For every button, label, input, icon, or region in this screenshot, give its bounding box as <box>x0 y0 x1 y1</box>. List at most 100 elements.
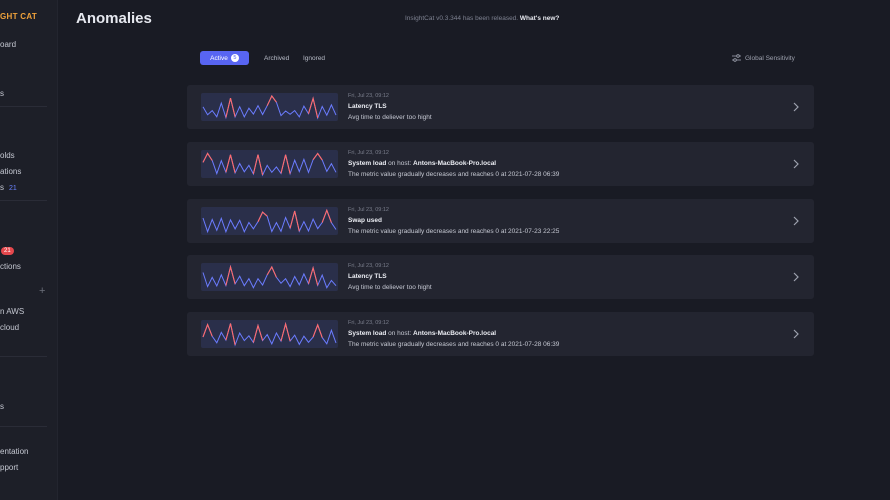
sidebar-item-label: s <box>0 183 4 192</box>
anomaly-host: Antons-MacBook-Pro.local <box>413 330 497 337</box>
anomaly-title: System load on host: Antons-MacBook-Pro.… <box>348 330 496 337</box>
sidebar-divider <box>0 356 47 357</box>
release-notice: InsightCat v0.3.344 has been released. W… <box>405 15 559 22</box>
anomaly-time: Fri, Jul 23, 09:12 <box>348 320 389 326</box>
anomaly-description: The metric value gradually decreases and… <box>348 341 560 348</box>
anomaly-description: Avg time to deliever too hight <box>348 114 432 121</box>
sparkline-chart <box>202 264 337 289</box>
anomaly-metric: Latency TLS <box>348 273 387 280</box>
anomaly-time: Fri, Jul 23, 09:12 <box>348 207 389 213</box>
anomaly-title: Latency TLS <box>348 103 387 110</box>
anomaly-metric: System load <box>348 330 387 337</box>
plus-icon[interactable]: + <box>39 285 45 297</box>
sparkline-peak <box>225 323 236 346</box>
anomaly-description: Avg time to deliever too hight <box>348 284 432 291</box>
sliders-icon <box>732 54 741 62</box>
anomaly-card[interactable]: Fri, Jul 23, 09:12 Latency TLS Avg time to… <box>187 85 814 129</box>
anomaly-metric: Latency TLS <box>348 103 387 110</box>
sidebar-item-1[interactable]: s <box>0 89 4 98</box>
sidebar-item-thresholds[interactable]: olds <box>0 151 15 160</box>
sidebar-item-integrations[interactable]: ations <box>0 167 21 176</box>
sparkline-chart <box>202 152 337 177</box>
sparkline-peak <box>252 323 264 343</box>
anomaly-sparkline <box>201 320 338 348</box>
anomaly-host: Antons-MacBook-Pro.local <box>413 160 497 167</box>
notification-badge: 21 <box>1 247 14 255</box>
anomaly-host-label: on host: <box>386 330 414 337</box>
sidebar-divider <box>0 106 47 107</box>
page-title: Anomalies <box>76 10 152 27</box>
sidebar-item-cloud[interactable]: cloud <box>0 323 19 332</box>
tab-ignored[interactable]: Ignored <box>303 55 325 62</box>
anomaly-sparkline <box>201 150 338 178</box>
sidebar-item-collections[interactable]: ctions <box>0 262 21 271</box>
anomaly-description: The metric value gradually decreases and… <box>348 171 560 178</box>
anomaly-sparkline <box>201 207 338 235</box>
anomaly-metric: System load <box>348 160 387 167</box>
sparkline-peak <box>312 152 323 161</box>
brand-logo[interactable]: GHT CAT <box>0 12 37 21</box>
sparkline-peak <box>280 321 291 342</box>
sparkline-peak <box>266 94 277 106</box>
anomaly-title: Latency TLS <box>348 273 387 280</box>
global-sensitivity-button[interactable]: Global Sensitivity <box>732 54 795 62</box>
release-text: InsightCat v0.3.344 has been released. <box>405 15 519 22</box>
chevron-right-icon[interactable] <box>791 270 801 284</box>
sparkline-peak <box>225 264 236 286</box>
sidebar-item-8[interactable]: s <box>0 402 4 411</box>
anomaly-time: Fri, Jul 23, 09:12 <box>348 263 389 269</box>
sparkline-peak <box>202 152 213 163</box>
whats-new-link[interactable]: What's new? <box>520 15 559 22</box>
tab-active-label: Active <box>210 54 228 62</box>
tab-archived[interactable]: Archived <box>264 55 289 62</box>
sparkline-series <box>202 95 337 120</box>
anomaly-card[interactable]: Fri, Jul 23, 09:12 System load on host: A… <box>187 142 814 186</box>
sparkline-series <box>202 208 337 234</box>
anomaly-time: Fri, Jul 23, 09:12 <box>348 93 389 99</box>
anomaly-count: 21 <box>9 185 17 192</box>
chevron-right-icon[interactable] <box>791 327 801 341</box>
sidebar-item-aws[interactable]: n AWS <box>0 307 24 316</box>
sparkline-series <box>202 322 337 347</box>
anomaly-title: Swap used <box>348 217 382 224</box>
anomaly-host-label: on host: <box>386 160 414 167</box>
sparkline-peak <box>202 323 213 338</box>
sparkline-peak <box>257 211 268 222</box>
anomaly-sparkline <box>201 93 338 121</box>
sparkline-peak <box>307 265 319 286</box>
anomaly-card[interactable]: Fri, Jul 23, 09:12 System load on host: A… <box>187 312 814 356</box>
sparkline-chart <box>202 94 337 120</box>
anomaly-metric: Swap used <box>348 217 382 224</box>
sidebar-item-anomalies[interactable]: s 21 <box>0 183 17 192</box>
tab-active-count: 5 <box>230 54 239 62</box>
sparkline-peak <box>321 208 332 223</box>
sparkline-peak <box>289 210 300 232</box>
sparkline-peak <box>266 265 277 278</box>
anomaly-sparkline <box>201 263 338 291</box>
anomaly-time: Fri, Jul 23, 09:12 <box>348 150 389 156</box>
tab-active[interactable]: Active 5 <box>200 51 249 65</box>
sparkline-peak <box>252 154 264 176</box>
sparkline-peak <box>225 97 236 118</box>
chevron-right-icon[interactable] <box>791 157 801 171</box>
anomaly-card[interactable]: Fri, Jul 23, 09:12 Swap used The metric va… <box>187 199 814 243</box>
sidebar-divider <box>0 426 47 427</box>
sparkline-peak <box>307 96 319 119</box>
chevron-right-icon[interactable] <box>791 214 801 228</box>
sidebar-item-badge[interactable]: 21 <box>0 245 14 255</box>
anomaly-card[interactable]: Fri, Jul 23, 09:12 Latency TLS Avg time to… <box>187 255 814 299</box>
sparkline-peak <box>312 323 323 338</box>
anomaly-description: The metric value gradually decreases and… <box>348 228 560 235</box>
chevron-right-icon[interactable] <box>791 100 801 114</box>
sidebar-item-dashboard[interactable]: oard <box>0 40 16 49</box>
global-sensitivity-label: Global Sensitivity <box>745 54 795 62</box>
anomaly-title: System load on host: Antons-MacBook-Pro.… <box>348 160 496 167</box>
sparkline-chart <box>202 208 337 234</box>
sparkline-peak <box>225 154 236 174</box>
sidebar-divider <box>0 200 47 201</box>
sparkline-peak <box>280 154 291 174</box>
sidebar: GHT CAT oard s olds ations s 21 21 ctions… <box>0 0 58 500</box>
sidebar-item-documentation[interactable]: entation <box>0 447 28 456</box>
sparkline-chart <box>202 321 337 347</box>
sidebar-item-support[interactable]: pport <box>0 463 18 472</box>
